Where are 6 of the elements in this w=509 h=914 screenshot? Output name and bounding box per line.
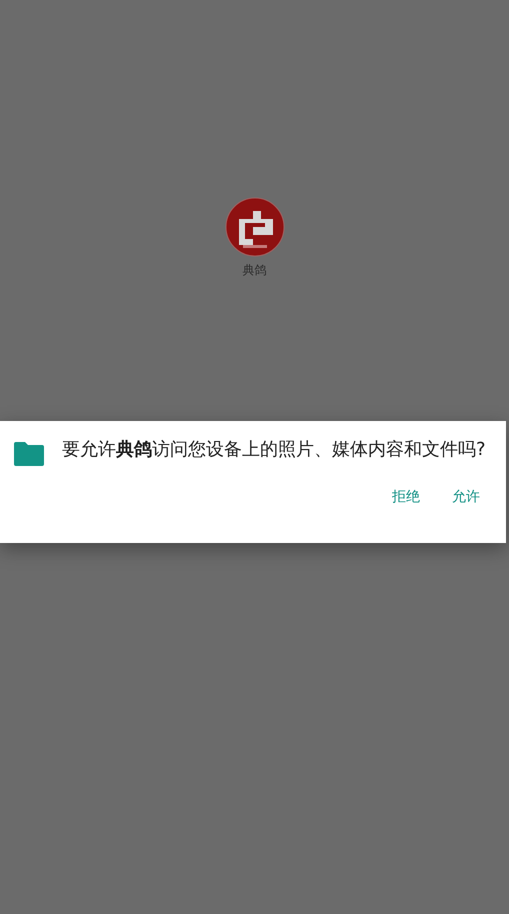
app-name: 典鸽 [242, 262, 266, 279]
app-logo-icon[interactable] [224, 197, 284, 257]
dialog-button[interactable]: 允许 [446, 484, 486, 510]
permission-message: 要允许典鸽访问您设备上的照片、媒体内容和文件吗? [62, 439, 486, 461]
dialog-button[interactable]: 拒绝 [386, 484, 426, 510]
folder-icon [14, 442, 44, 466]
